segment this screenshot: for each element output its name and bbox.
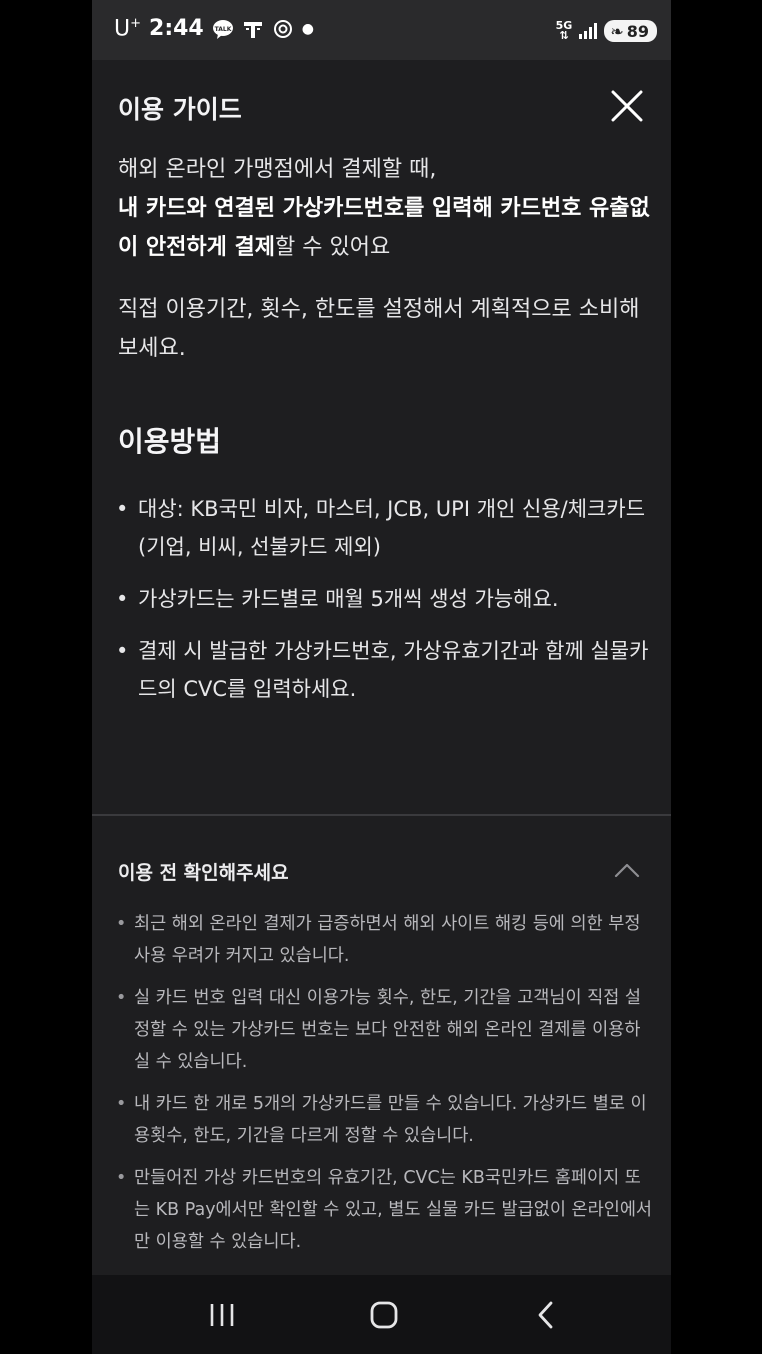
talk-notification-icon: TALK bbox=[212, 19, 233, 39]
usage-item: 결제 시 발급한 가상카드번호, 가상유효기간과 함께 실물카드의 CVC를 입… bbox=[114, 632, 654, 708]
app-screen: U+ 2:44 TALK ● 5G ⇅ ❧ 89 이용 가이드 해외 온라인 가맹점… bbox=[92, 0, 671, 1354]
notice-item: 최근 해외 온라인 결제가 급증하면서 해외 사이트 해킹 등에 의한 부정 사… bbox=[114, 908, 654, 972]
t-app-notification-icon bbox=[243, 21, 262, 38]
home-icon[interactable] bbox=[364, 1295, 404, 1335]
notice-list: 최근 해외 온라인 결제가 급증하면서 해외 사이트 해킹 등에 의한 부정 사… bbox=[114, 908, 654, 1268]
usage-item: 대상: KB국민 비자, 마스터, JCB, UPI 개인 신용/체크카드(기업… bbox=[114, 490, 654, 566]
notice-title: 이용 전 확인해주세요 bbox=[118, 862, 289, 884]
svg-text:TALK: TALK bbox=[214, 26, 231, 33]
charging-leaf-icon: ❧ bbox=[610, 21, 624, 41]
carrier-label: U+ bbox=[114, 16, 142, 42]
usage-section-title: 이용방법 bbox=[118, 425, 222, 458]
intro-line: 해외 온라인 가맹점에서 결제할 때, bbox=[118, 157, 437, 182]
status-bar: U+ 2:44 TALK ● 5G ⇅ ❧ 89 bbox=[92, 0, 671, 60]
intro-highlight: 내 카드와 연결된 가상카드번호를 입력해 카드번호 유출없이 안전하게 결제할… bbox=[118, 196, 650, 260]
planning-text: 직접 이용기간, 횟수, 한도를 설정해서 계획적으로 소비해보세요. bbox=[118, 297, 640, 361]
network-type: 5G ⇅ bbox=[555, 19, 573, 42]
usage-list: 대상: KB국민 비자, 마스터, JCB, UPI 개인 신용/체크카드(기업… bbox=[114, 490, 654, 722]
system-navigation-bar bbox=[92, 1275, 671, 1354]
clock: 2:44 bbox=[149, 16, 204, 42]
intro-text: 해외 온라인 가맹점에서 결제할 때, 내 카드와 연결된 가상카드번호를 입력… bbox=[118, 150, 653, 267]
page-title: 이용 가이드 bbox=[118, 95, 242, 124]
ai-app-notification-icon bbox=[273, 19, 292, 38]
back-icon[interactable] bbox=[526, 1295, 566, 1335]
status-left: U+ 2:44 TALK ● bbox=[114, 16, 314, 41]
signal-icon bbox=[579, 23, 598, 39]
notice-item: 실 카드 번호 입력 대신 이용가능 횟수, 한도, 기간을 고객님이 직접 설… bbox=[114, 982, 654, 1078]
notice-accordion-header[interactable]: 이용 전 확인해주세요 bbox=[92, 840, 671, 904]
close-icon[interactable] bbox=[607, 86, 647, 126]
chevron-up-icon[interactable] bbox=[613, 860, 641, 880]
section-divider bbox=[92, 814, 671, 816]
recent-apps-icon[interactable] bbox=[202, 1295, 242, 1335]
notice-item: 내 카드 한 개로 5개의 가상카드를 만들 수 있습니다. 가상카드 별로 이… bbox=[114, 1088, 654, 1152]
notice-item: 만들어진 가상 카드번호의 유효기간, CVC는 KB국민카드 홈페이지 또는 … bbox=[114, 1162, 654, 1258]
status-right: 5G ⇅ ❧ 89 bbox=[556, 20, 657, 42]
usage-item: 가상카드는 카드별로 매월 5개씩 생성 가능해요. bbox=[114, 580, 654, 618]
battery-indicator: ❧ 89 bbox=[604, 20, 657, 42]
more-notifications-dot: ● bbox=[301, 20, 314, 37]
guide-header: 이용 가이드 bbox=[92, 60, 671, 150]
